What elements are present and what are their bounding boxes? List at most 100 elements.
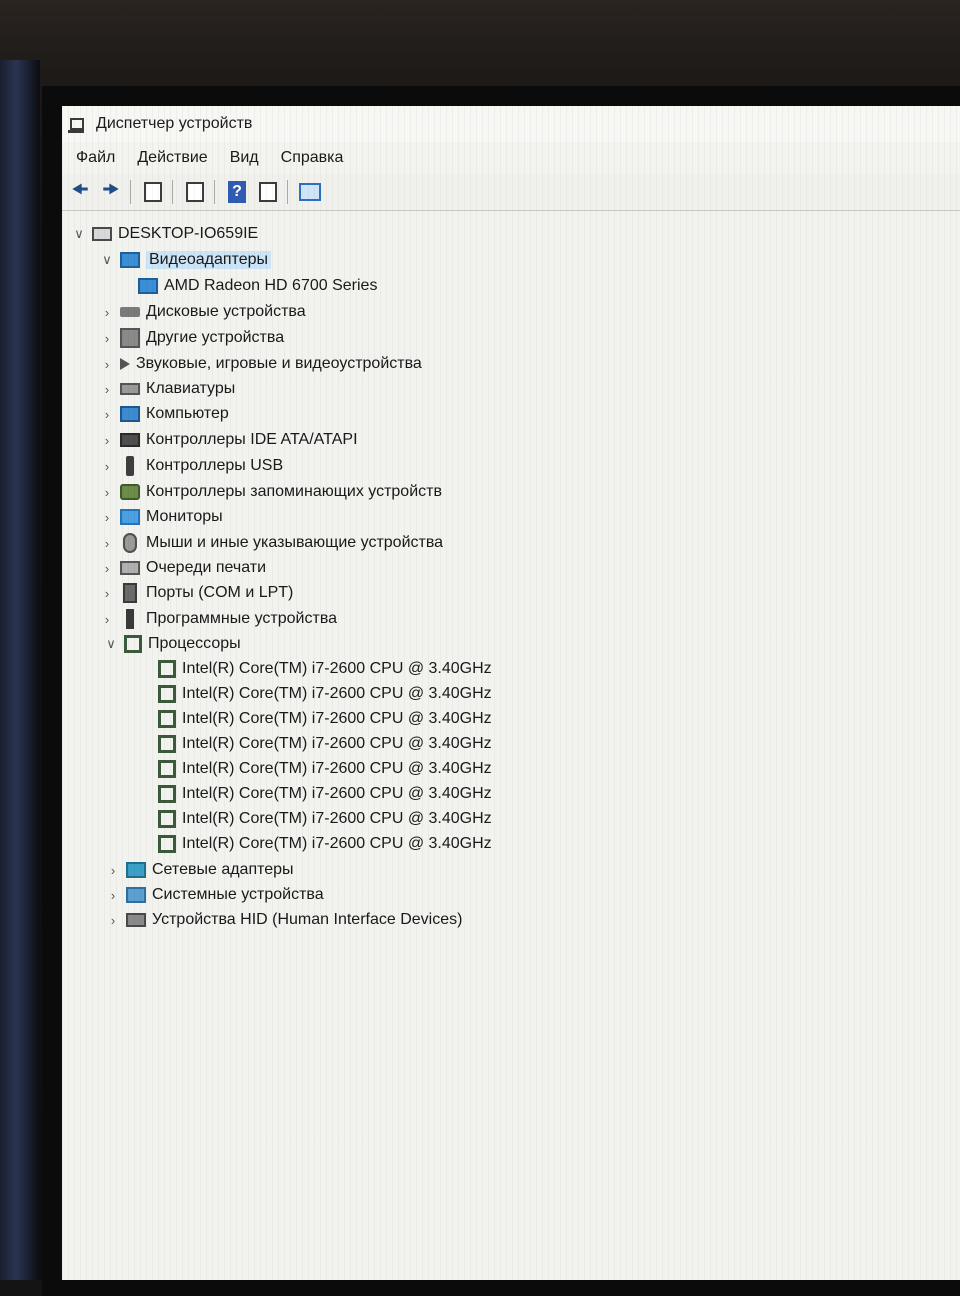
category-label: Процессоры	[148, 635, 241, 652]
storage-controller-icon	[120, 484, 140, 500]
tree-category-monitors[interactable]: › Мониторы	[98, 505, 223, 529]
back-arrow-icon[interactable]: 🠜	[67, 179, 93, 205]
category-label: Мыши и иные указывающие устройства	[146, 534, 444, 551]
tree-device-cpu[interactable]: Intel(R) Core(TM) i7-2600 CPU @ 3.40GHz	[154, 782, 492, 806]
tree-category-other-devices[interactable]: › Другие устройства	[98, 326, 284, 350]
title-bar: Диспетчер устройств	[62, 106, 960, 142]
ide-controller-icon	[120, 433, 140, 447]
expand-chevron-icon[interactable]: ›	[98, 305, 116, 320]
processor-icon	[158, 785, 176, 803]
expand-chevron-icon[interactable]: ›	[98, 586, 116, 601]
tree-device-cpu[interactable]: Intel(R) Core(TM) i7-2600 CPU @ 3.40GHz	[154, 682, 492, 706]
menu-bar: Файл Действие Вид Справка	[62, 142, 960, 174]
device-label: Intel(R) Core(TM) i7-2600 CPU @ 3.40GHz	[182, 660, 492, 677]
tree-device-cpu[interactable]: Intel(R) Core(TM) i7-2600 CPU @ 3.40GHz	[154, 832, 492, 856]
action-pane-icon[interactable]	[255, 179, 281, 205]
tree-category-computer[interactable]: › Компьютер	[98, 402, 229, 426]
category-label: Очереди печати	[146, 559, 267, 576]
computer-icon	[92, 227, 112, 241]
tree-category-usb[interactable]: › Контроллеры USB	[98, 454, 283, 478]
expand-chevron-icon[interactable]: ›	[98, 357, 116, 372]
device-label: Intel(R) Core(TM) i7-2600 CPU @ 3.40GHz	[182, 810, 492, 827]
expand-chevron-icon[interactable]: ›	[98, 536, 116, 551]
tree-category-keyboards[interactable]: › Клавиатуры	[98, 377, 235, 401]
expand-chevron-icon[interactable]: ∨	[98, 252, 116, 268]
expand-chevron-icon[interactable]: ∨	[102, 636, 120, 652]
software-device-icon	[126, 609, 134, 629]
mouse-icon	[123, 533, 137, 553]
toolbar-separator	[172, 180, 173, 204]
processor-icon	[158, 810, 176, 828]
tree-device-cpu[interactable]: Intel(R) Core(TM) i7-2600 CPU @ 3.40GHz	[154, 707, 492, 731]
expand-chevron-icon[interactable]: ›	[98, 561, 116, 576]
root-label: DESKTOP-IO659IE	[118, 225, 259, 242]
processor-icon	[158, 660, 176, 678]
tree-category-display-adapters[interactable]: ∨ Видеоадаптеры	[98, 248, 271, 272]
tree-device-cpu[interactable]: Intel(R) Core(TM) i7-2600 CPU @ 3.40GHz	[154, 732, 492, 756]
toolbar-separator	[130, 180, 131, 204]
tree-category-processors[interactable]: ∨ Процессоры	[102, 632, 241, 656]
category-label: Видеоадаптеры	[146, 251, 271, 269]
menu-file[interactable]: Файл	[76, 149, 115, 167]
category-label: Контроллеры запоминающих устройств	[146, 483, 442, 500]
menu-action[interactable]: Действие	[137, 149, 207, 167]
expand-chevron-icon[interactable]: ›	[98, 407, 116, 422]
tree-category-ports[interactable]: › Порты (COM и LPT)	[98, 581, 293, 605]
toolbar: 🠜 🠞 ?	[62, 174, 960, 211]
display-adapter-icon	[138, 278, 158, 294]
processor-icon	[158, 735, 176, 753]
tree-root[interactable]: ∨ DESKTOP-IO659IE	[70, 222, 258, 246]
tree-category-storage[interactable]: › Контроллеры запоминающих устройств	[98, 480, 442, 504]
device-label: Intel(R) Core(TM) i7-2600 CPU @ 3.40GHz	[182, 735, 492, 752]
tree-category-hid[interactable]: › Устройства HID (Human Interface Device…	[104, 908, 463, 932]
device-label: Intel(R) Core(TM) i7-2600 CPU @ 3.40GHz	[182, 760, 492, 777]
processor-icon	[158, 710, 176, 728]
tree-device-cpu[interactable]: Intel(R) Core(TM) i7-2600 CPU @ 3.40GHz	[154, 757, 492, 781]
device-tree: ∨ DESKTOP-IO659IE ∨ Видеоадаптеры AMD Ra…	[62, 212, 960, 1280]
tree-category-system[interactable]: › Системные устройства	[104, 883, 324, 907]
console-tree-icon[interactable]	[140, 179, 166, 205]
scan-hardware-icon[interactable]	[297, 179, 323, 205]
category-label: Программные устройства	[146, 610, 338, 627]
network-adapter-icon	[126, 862, 146, 878]
expand-chevron-icon[interactable]: ∨	[70, 226, 88, 242]
unknown-device-icon	[120, 328, 140, 348]
expand-chevron-icon[interactable]: ›	[98, 331, 116, 346]
tree-category-ide[interactable]: › Контроллеры IDE ATA/ATAPI	[98, 428, 358, 452]
expand-chevron-icon[interactable]: ›	[98, 382, 116, 397]
expand-chevron-icon[interactable]: ›	[104, 888, 122, 903]
menu-help[interactable]: Справка	[281, 149, 344, 167]
tree-device-cpu[interactable]: Intel(R) Core(TM) i7-2600 CPU @ 3.40GHz	[154, 807, 492, 831]
processor-icon	[158, 760, 176, 778]
tree-category-disk-drives[interactable]: › Дисковые устройства	[98, 300, 306, 324]
category-label: Звуковые, игровые и видеоустройства	[136, 355, 422, 372]
expand-chevron-icon[interactable]: ›	[98, 612, 116, 627]
expand-chevron-icon[interactable]: ›	[98, 510, 116, 525]
window-title: Диспетчер устройств	[96, 115, 253, 132]
forward-arrow-icon[interactable]: 🠞	[98, 179, 124, 205]
tree-category-mice[interactable]: › Мыши и иные указывающие устройства	[98, 531, 443, 555]
tree-device-gpu[interactable]: AMD Radeon HD 6700 Series	[134, 274, 377, 298]
category-label: Сетевые адаптеры	[152, 861, 294, 878]
speaker-icon	[120, 358, 130, 370]
tree-category-print-queues[interactable]: › Очереди печати	[98, 556, 266, 580]
tree-category-sound[interactable]: › Звуковые, игровые и видеоустройства	[98, 352, 422, 376]
help-icon[interactable]: ?	[224, 179, 250, 205]
tree-category-network[interactable]: › Сетевые адаптеры	[104, 858, 294, 882]
processor-icon	[124, 635, 142, 653]
menu-view[interactable]: Вид	[230, 149, 259, 167]
properties-icon[interactable]	[182, 179, 208, 205]
expand-chevron-icon[interactable]: ›	[104, 863, 122, 878]
expand-chevron-icon[interactable]: ›	[98, 459, 116, 474]
category-label: Дисковые устройства	[146, 303, 306, 320]
device-manager-window: Диспетчер устройств Файл Действие Вид Сп…	[62, 106, 960, 1280]
printer-icon	[120, 561, 140, 575]
expand-chevron-icon[interactable]: ›	[98, 485, 116, 500]
expand-chevron-icon[interactable]: ›	[98, 433, 116, 448]
processor-icon	[158, 685, 176, 703]
category-label: Устройства HID (Human Interface Devices)	[152, 911, 463, 928]
device-label: Intel(R) Core(TM) i7-2600 CPU @ 3.40GHz	[182, 785, 492, 802]
tree-device-cpu[interactable]: Intel(R) Core(TM) i7-2600 CPU @ 3.40GHz	[154, 657, 492, 681]
expand-chevron-icon[interactable]: ›	[104, 913, 122, 928]
tree-category-software-devices[interactable]: › Программные устройства	[98, 607, 337, 631]
